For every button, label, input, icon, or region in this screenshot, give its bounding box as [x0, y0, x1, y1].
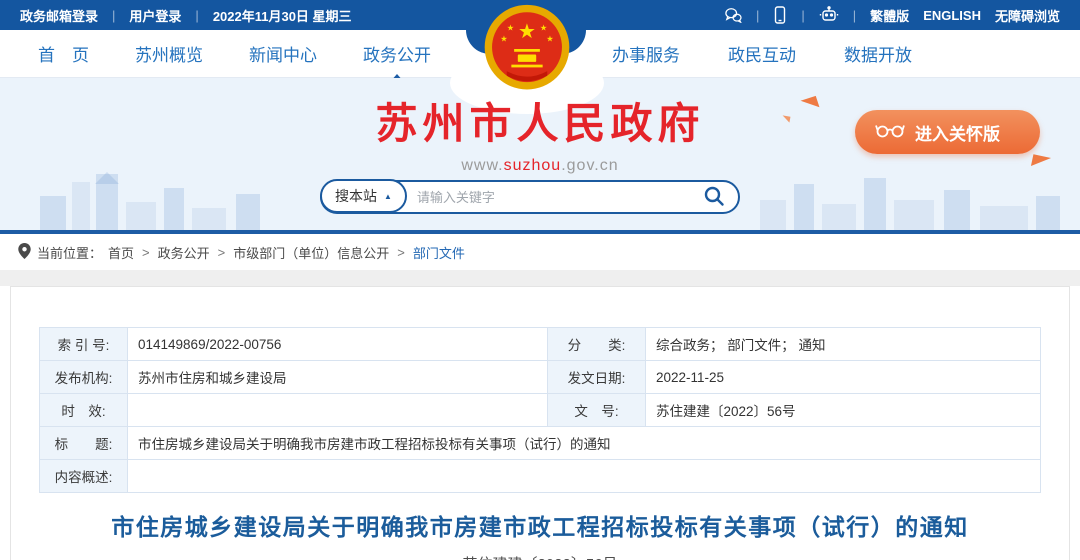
separator: |	[801, 8, 804, 23]
breadcrumb-dept-disclosure[interactable]: 市级部门（单位）信息公开	[233, 243, 389, 262]
svg-text:★: ★	[546, 35, 553, 44]
glasses-icon	[875, 122, 905, 143]
national-emblem-icon: ★ ★ ★ ★ ★	[481, 3, 573, 95]
issuer-value: 苏州市住房和城乡建设局	[128, 361, 548, 394]
search-scope-dropdown[interactable]: 搜本站 ▲	[320, 179, 407, 213]
index-number-value: 014149869/2022-00756	[128, 328, 548, 361]
nav-item-open-data[interactable]: 数据开放	[844, 41, 912, 66]
topbar-left: 政务邮箱登录 | 用户登录 | 2022年11月30日 星期三	[20, 6, 352, 25]
location-pin-icon	[18, 243, 31, 262]
nav-item-services[interactable]: 办事服务	[612, 41, 680, 66]
doc-number-value: 苏住建建〔2022〕56号	[646, 394, 1041, 427]
nav-item-interaction[interactable]: 政民互动	[728, 41, 796, 66]
table-row: 内容概述:	[40, 460, 1041, 493]
title-value: 市住房城乡建设局关于明确我市房建市政工程招标投标有关事项（试行）的通知	[128, 427, 1041, 460]
site-search: 搜本站 ▲	[320, 180, 740, 214]
breadcrumb-dept-documents[interactable]: 部门文件	[413, 243, 465, 262]
nav-item-home[interactable]: 首 页	[38, 41, 89, 66]
svg-text:★: ★	[518, 21, 536, 43]
user-login-link[interactable]: 用户登录	[129, 6, 181, 25]
mail-login-link[interactable]: 政务邮箱登录	[20, 6, 98, 25]
separator: |	[112, 8, 115, 23]
nav-item-news[interactable]: 新闻中心	[249, 41, 317, 66]
svg-text:★: ★	[507, 24, 514, 33]
table-row: 标 题: 市住房城乡建设局关于明确我市房建市政工程招标投标有关事项（试行）的通知	[40, 427, 1041, 460]
wechat-icon[interactable]	[724, 7, 742, 23]
accessibility-link[interactable]: 无障碍浏览	[995, 6, 1060, 25]
validity-label: 时 效:	[40, 394, 128, 427]
title-label: 标 题:	[40, 427, 128, 460]
category-value: 综合政务； 部门文件； 通知	[646, 328, 1041, 361]
breadcrumb-separator: >	[397, 245, 405, 260]
table-row: 索 引 号: 014149869/2022-00756 分 类: 综合政务； 部…	[40, 328, 1041, 361]
site-url: www.suzhou.gov.cn	[0, 157, 1080, 175]
breadcrumb: 当前位置： 首页 > 政务公开 > 市级部门（单位）信息公开 > 部门文件	[0, 234, 1080, 270]
breadcrumb-label: 当前位置：	[37, 243, 102, 262]
nav-left-group: 首 页 苏州概览 新闻中心 政务公开	[0, 41, 431, 66]
magnifier-icon	[702, 184, 726, 211]
summary-value	[128, 460, 1041, 493]
document-card: 索 引 号: 014149869/2022-00756 分 类: 综合政务； 部…	[10, 286, 1070, 560]
care-mode-label: 进入关怀版	[915, 120, 1000, 145]
separator: |	[195, 8, 198, 23]
site-header: 政务邮箱登录 | 用户登录 | 2022年11月30日 星期三 | |	[0, 0, 1080, 234]
divider-strip	[0, 270, 1080, 286]
english-link[interactable]: ENGLISH	[923, 8, 981, 23]
article-title: 市住房城乡建设局关于明确我市房建市政工程招标投标有关事项（试行）的通知	[11, 508, 1069, 542]
article-doc-number: 苏住建建〔2022〕56号	[11, 553, 1069, 560]
breadcrumb-separator: >	[142, 245, 150, 260]
mobile-icon[interactable]	[773, 6, 787, 24]
search-button[interactable]	[702, 184, 738, 211]
separator: |	[853, 8, 856, 23]
traditional-chinese-link[interactable]: 繁體版	[870, 6, 909, 25]
table-row: 发布机构: 苏州市住房和城乡建设局 发文日期: 2022-11-25	[40, 361, 1041, 394]
summary-label: 内容概述:	[40, 460, 128, 493]
index-number-label: 索 引 号:	[40, 328, 128, 361]
care-mode-button[interactable]: 进入关怀版	[855, 110, 1040, 154]
category-label: 分 类:	[548, 328, 646, 361]
nav-item-overview[interactable]: 苏州概览	[135, 41, 203, 66]
search-scope-label: 搜本站	[335, 186, 377, 206]
chevron-up-icon: ▲	[384, 192, 392, 201]
document-meta-table: 索 引 号: 014149869/2022-00756 分 类: 综合政务； 部…	[39, 327, 1041, 493]
separator: |	[756, 8, 759, 23]
breadcrumb-gov-info[interactable]: 政务公开	[158, 243, 210, 262]
robot-icon[interactable]	[819, 6, 839, 24]
issue-date-value: 2022-11-25	[646, 361, 1041, 394]
issue-date-label: 发文日期:	[548, 361, 646, 394]
masthead: 苏州市人民政府 www.suzhou.gov.cn 进入关怀版 搜本站 ▲	[0, 78, 1080, 234]
svg-text:★: ★	[500, 35, 507, 44]
topbar-right: | | | 繁體版 ENGLISH 无障碍浏览	[724, 6, 1060, 25]
nav-item-gov-info[interactable]: 政务公开	[363, 41, 431, 66]
search-input[interactable]	[407, 190, 702, 205]
validity-value	[128, 394, 548, 427]
svg-text:★: ★	[540, 24, 547, 33]
current-date: 2022年11月30日 星期三	[213, 6, 352, 25]
issuer-label: 发布机构:	[40, 361, 128, 394]
breadcrumb-home[interactable]: 首页	[108, 243, 134, 262]
nav-right-group: 办事服务 政民互动 数据开放	[612, 41, 1080, 66]
breadcrumb-separator: >	[218, 245, 226, 260]
table-row: 时 效: 文 号: 苏住建建〔2022〕56号	[40, 394, 1041, 427]
doc-number-label: 文 号:	[548, 394, 646, 427]
